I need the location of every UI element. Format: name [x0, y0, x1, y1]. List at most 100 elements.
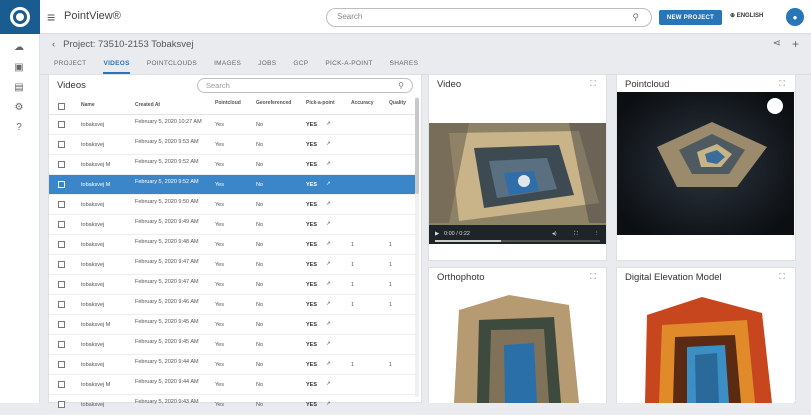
open-external-icon[interactable]: ↗ — [326, 261, 331, 267]
row-checkbox[interactable] — [58, 361, 65, 368]
pointview-logo[interactable] — [0, 0, 40, 34]
row-checkbox[interactable] — [58, 161, 65, 168]
col-quality[interactable]: Quality — [389, 100, 406, 106]
back-arrow-icon[interactable]: ‹ — [52, 39, 55, 50]
open-external-icon[interactable]: ↗ — [326, 181, 331, 187]
open-external-icon[interactable]: ↗ — [326, 361, 331, 367]
tab-images[interactable]: IMAGES — [214, 60, 241, 74]
col-name[interactable]: Name — [81, 102, 95, 108]
table-row[interactable]: tobaksvej February 5, 2020 9:49 AM Yes No YE… — [49, 215, 417, 235]
col-pointcloud[interactable]: Pointcloud — [215, 100, 241, 106]
col-pick-a-point[interactable]: Pick-a-point — [306, 100, 335, 106]
row-pick-a-point[interactable]: YES — [306, 162, 317, 168]
col-georeferenced[interactable]: Georeferenced — [256, 100, 291, 106]
pointcloud-viewer[interactable] — [617, 92, 794, 235]
row-pick-a-point[interactable]: YES — [306, 122, 317, 128]
tab-pointclouds[interactable]: POINTCLOUDS — [147, 60, 197, 74]
share-icon[interactable]: ⋖ — [773, 38, 781, 49]
tab-pick-a-point[interactable]: PICK-A-POINT — [325, 60, 372, 74]
help-icon[interactable]: ? — [12, 121, 26, 135]
building-icon[interactable]: ▤ — [12, 81, 26, 95]
open-external-icon[interactable]: ↗ — [326, 341, 331, 347]
open-external-icon[interactable]: ↗ — [326, 221, 331, 227]
video-icon[interactable]: ▣ — [12, 61, 26, 75]
table-row[interactable]: tobaksvej M February 5, 2020 9:44 AM Yes No… — [49, 375, 417, 395]
row-checkbox[interactable] — [58, 381, 65, 388]
row-pick-a-point[interactable]: YES — [306, 262, 317, 268]
fullscreen-icon[interactable]: ⛶ — [590, 79, 596, 89]
open-external-icon[interactable]: ↗ — [326, 121, 331, 127]
table-row[interactable]: tobaksvej February 5, 2020 9:43 AM Yes No YE… — [49, 395, 417, 415]
language-selector[interactable]: ⊕ ENGLISH — [730, 12, 763, 19]
table-row[interactable]: tobaksvej February 5, 2020 9:53 AM Yes No YE… — [49, 135, 417, 155]
table-row[interactable]: tobaksvej February 5, 2020 9:44 AM Yes No YE… — [49, 355, 417, 375]
orthophoto-viewer[interactable] — [429, 285, 606, 403]
col-created[interactable]: Created At — [135, 102, 160, 108]
row-pick-a-point[interactable]: YES — [306, 362, 317, 368]
tab-shares[interactable]: SHARES — [390, 60, 419, 74]
row-checkbox[interactable] — [58, 221, 65, 228]
fullscreen-icon[interactable]: ⛶ — [779, 272, 785, 282]
row-pick-a-point[interactable]: YES — [306, 342, 317, 348]
row-pick-a-point[interactable]: YES — [306, 142, 317, 148]
video-progress-track[interactable] — [435, 240, 600, 242]
open-external-icon[interactable]: ↗ — [326, 141, 331, 147]
fullscreen-video-icon[interactable]: ⛶ — [574, 231, 578, 238]
tab-videos[interactable]: VIDEOS — [103, 60, 130, 74]
table-row[interactable]: tobaksvej M February 5, 2020 9:45 AM Yes No… — [49, 315, 417, 335]
volume-icon[interactable]: ◂) — [552, 231, 557, 237]
table-row[interactable]: tobaksvej February 5, 2020 9:46 AM Yes No YE… — [49, 295, 417, 315]
row-checkbox[interactable] — [58, 321, 65, 328]
fullscreen-icon[interactable]: ⛶ — [590, 272, 596, 282]
open-external-icon[interactable]: ↗ — [326, 161, 331, 167]
row-checkbox[interactable] — [58, 301, 65, 308]
row-checkbox[interactable] — [58, 341, 65, 348]
open-external-icon[interactable]: ↗ — [326, 241, 331, 247]
row-checkbox[interactable] — [58, 201, 65, 208]
table-row[interactable]: tobaksvej February 5, 2020 9:50 AM Yes No YE… — [49, 195, 417, 215]
play-icon[interactable]: ▶ — [435, 231, 439, 237]
row-pick-a-point[interactable]: YES — [306, 242, 317, 248]
table-row[interactable]: tobaksvej February 5, 2020 9:47 AM Yes No YE… — [49, 275, 417, 295]
add-icon[interactable]: + — [792, 37, 799, 51]
gear-icon[interactable]: ⚙ — [12, 101, 26, 115]
tab-gcp[interactable]: GCP — [293, 60, 308, 74]
row-checkbox[interactable] — [58, 261, 65, 268]
open-external-icon[interactable]: ↗ — [326, 201, 331, 207]
row-pick-a-point[interactable]: YES — [306, 322, 317, 328]
tab-jobs[interactable]: JOBS — [258, 60, 276, 74]
select-all-checkbox[interactable] — [58, 103, 65, 110]
table-row[interactable]: tobaksvej February 5, 2020 10:27 AM Yes No Y… — [49, 115, 417, 135]
video-player[interactable]: ▶ 0:00 / 0:22 ◂) ⛶ ⋮ — [429, 92, 606, 244]
new-project-button[interactable]: NEW PROJECT — [659, 10, 722, 25]
table-row[interactable]: tobaksvej M February 5, 2020 9:52 AM Yes No… — [49, 155, 417, 175]
row-pick-a-point[interactable]: YES — [306, 222, 317, 228]
table-scroll-thumb[interactable] — [415, 98, 419, 194]
search-icon[interactable]: ⚲ — [398, 81, 404, 90]
dem-viewer[interactable] — [617, 285, 794, 403]
row-checkbox[interactable] — [58, 181, 65, 188]
row-checkbox[interactable] — [58, 241, 65, 248]
open-external-icon[interactable]: ↗ — [326, 281, 331, 287]
videos-search-input[interactable]: Search ⚲ — [197, 78, 413, 93]
open-external-icon[interactable]: ↗ — [326, 321, 331, 327]
col-accuracy[interactable]: Accuracy — [351, 100, 374, 106]
table-row[interactable]: tobaksvej M February 5, 2020 9:52 AM Yes No… — [49, 175, 417, 195]
row-checkbox[interactable] — [58, 281, 65, 288]
user-avatar[interactable]: ● — [786, 8, 804, 26]
row-checkbox[interactable] — [58, 141, 65, 148]
table-row[interactable]: tobaksvej February 5, 2020 9:47 AM Yes No YE… — [49, 255, 417, 275]
row-pick-a-point[interactable]: YES — [306, 382, 317, 388]
cloud-icon[interactable]: ☁ — [12, 41, 26, 55]
open-external-icon[interactable]: ↗ — [326, 301, 331, 307]
tab-project[interactable]: PROJECT — [54, 60, 86, 74]
row-pick-a-point[interactable]: YES — [306, 282, 317, 288]
table-row[interactable]: tobaksvej February 5, 2020 9:48 AM Yes No YE… — [49, 235, 417, 255]
row-pick-a-point[interactable]: YES — [306, 202, 317, 208]
open-external-icon[interactable]: ↗ — [326, 401, 331, 407]
menu-icon[interactable]: ≡ — [47, 10, 59, 24]
open-external-icon[interactable]: ↗ — [326, 381, 331, 387]
row-pick-a-point[interactable]: YES — [306, 302, 317, 308]
table-row[interactable]: tobaksvej February 5, 2020 9:45 AM Yes No YE… — [49, 335, 417, 355]
row-checkbox[interactable] — [58, 401, 65, 408]
